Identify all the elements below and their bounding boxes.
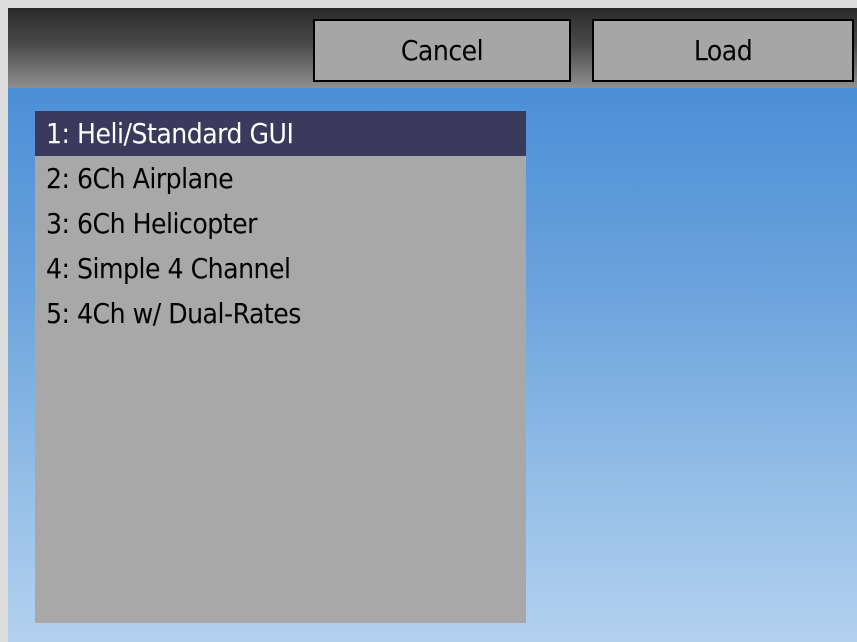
content-area: 1: Heli/Standard GUI 2: 6Ch Airplane 3: …	[8, 88, 857, 642]
list-item-model-4[interactable]: 4: Simple 4 Channel	[35, 246, 526, 291]
cancel-button[interactable]: Cancel	[313, 19, 571, 82]
model-list[interactable]: 1: Heli/Standard GUI 2: 6Ch Airplane 3: …	[35, 111, 526, 623]
load-button[interactable]: Load	[592, 19, 854, 82]
list-item-model-5[interactable]: 5: 4Ch w/ Dual-Rates	[35, 291, 526, 336]
list-item-model-1[interactable]: 1: Heli/Standard GUI	[35, 111, 526, 156]
load-model-screen: Cancel Load 1: Heli/Standard GUI 2: 6Ch …	[0, 0, 857, 642]
list-item-model-2[interactable]: 2: 6Ch Airplane	[35, 156, 526, 201]
top-toolbar: Cancel Load	[8, 8, 857, 88]
list-item-model-3[interactable]: 3: 6Ch Helicopter	[35, 201, 526, 246]
